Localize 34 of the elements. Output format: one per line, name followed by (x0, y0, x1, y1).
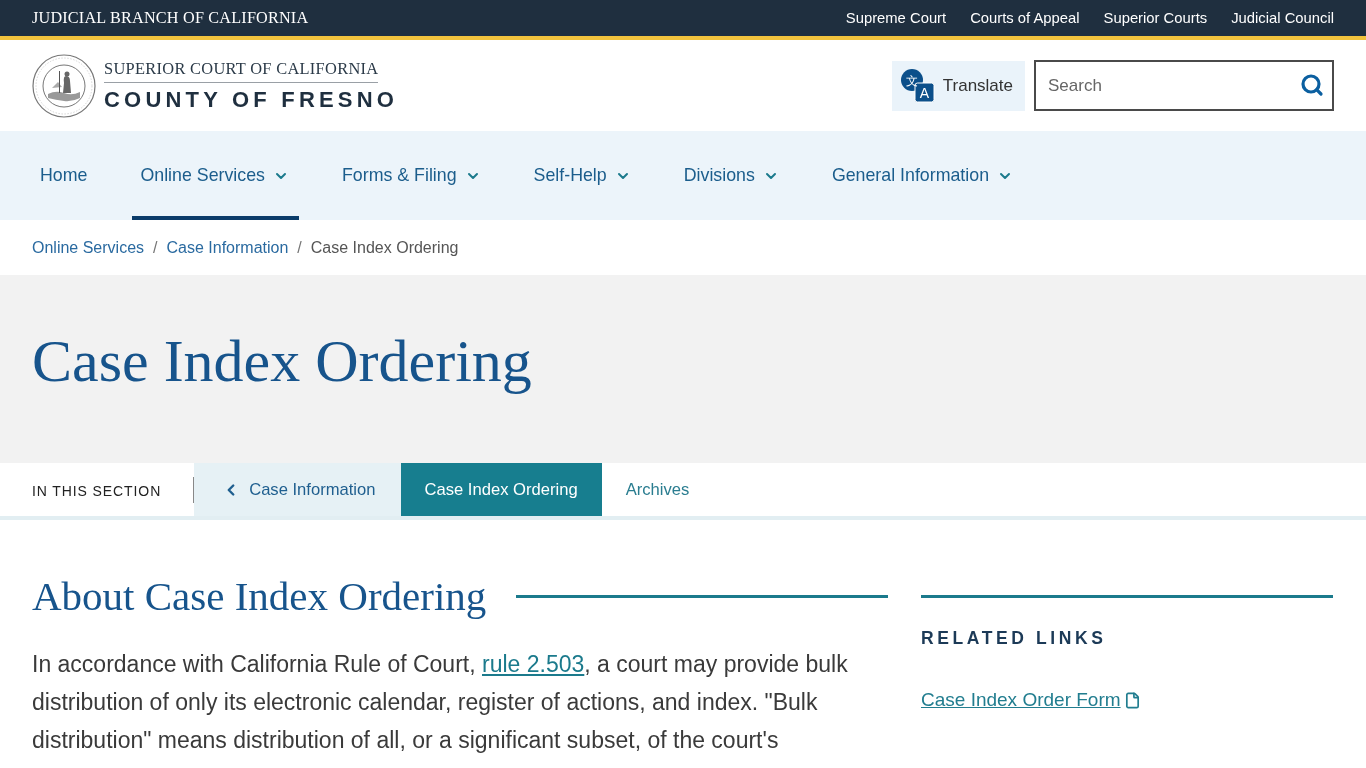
top-bar-link[interactable]: Judicial Council (1231, 10, 1334, 26)
nav-menu-item[interactable]: Home (32, 131, 98, 220)
section-tab[interactable]: Archives (601, 463, 714, 516)
nav-menu-item[interactable]: Divisions (675, 131, 789, 220)
search-input[interactable]: Search (1034, 60, 1334, 111)
top-bar-link[interactable]: Courts of Appeal (970, 10, 1080, 26)
nav-menu-item[interactable]: Online Services (132, 131, 299, 220)
search-icon (1300, 73, 1324, 97)
section-nav-label: IN THIS SECTION (32, 483, 162, 499)
rule-link[interactable]: rule 2.503 (482, 651, 585, 677)
translate-button[interactable]: 文 A Translate (891, 60, 1025, 111)
page-title: Case Index Ordering (32, 326, 532, 396)
breadcrumb-separator: / (297, 238, 302, 257)
document-icon (1123, 691, 1141, 709)
parent-section-link[interactable]: Case Information (194, 463, 401, 516)
breadcrumb-separator: / (153, 238, 158, 257)
nav-menu-item[interactable]: Forms & Filing (333, 131, 491, 220)
related-link[interactable]: Case Index Order Form (921, 689, 1121, 711)
search-button[interactable] (1300, 73, 1324, 97)
court-seal-logo (32, 53, 96, 118)
article-heading: About Case Index Ordering (32, 572, 487, 620)
top-bar-link[interactable]: Superior Courts (1103, 10, 1208, 26)
logo-county-name: COUNTY OF FRESNO (104, 85, 399, 113)
section-tab[interactable]: Case Index Ordering (400, 463, 602, 516)
top-bar-link[interactable]: Supreme Court (845, 10, 947, 26)
article-paragraph: In accordance with California Rule of Court, rule 2.503, a court may provide bulk distribution of only its electronic calendar, register of actions, and index. "Bulk distribution" means distribution of all, or a significant subset, of the court's (32, 650, 849, 755)
judicial-branch-title: JUDICIAL BRANCH OF CALIFORNIA (32, 8, 309, 28)
nav-menu-item[interactable]: General Information (823, 131, 1024, 220)
logo-court-name: SUPERIOR COURT OF CALIFORNIA (104, 58, 379, 83)
related-links-heading: RELATED LINKS (921, 628, 1108, 649)
breadcrumb-link[interactable]: Online Services (32, 238, 145, 257)
nav-menu-item[interactable]: Self-Help (525, 131, 641, 220)
breadcrumb-current-page: Case Index Ordering (310, 238, 459, 257)
breadcrumb-link[interactable]: Case Information (166, 238, 289, 257)
